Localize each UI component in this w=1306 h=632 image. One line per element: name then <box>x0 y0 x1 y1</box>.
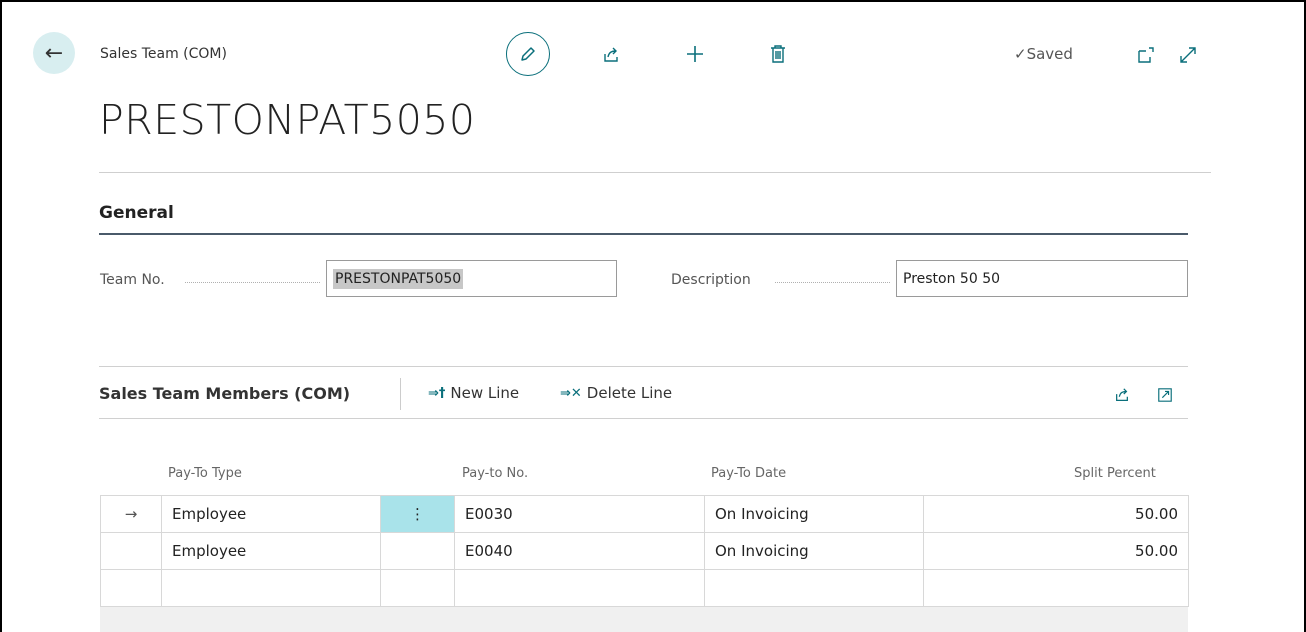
row-indicator <box>100 532 162 570</box>
open-new-window-button[interactable] <box>1135 44 1157 66</box>
header-divider <box>99 172 1211 173</box>
plus-icon <box>687 46 703 62</box>
expand-button[interactable] <box>1177 44 1199 66</box>
split-percent-cell[interactable] <box>923 569 1189 607</box>
members-expand-button[interactable] <box>1155 385 1175 405</box>
pay-to-date-cell[interactable]: On Invoicing <box>704 532 924 570</box>
more-options-icon[interactable]: ⋮ <box>410 505 425 523</box>
check-icon: ✓ <box>1014 45 1027 63</box>
delete-line-label: Delete Line <box>586 384 673 402</box>
members-title-separator <box>400 378 401 410</box>
col-split-percent[interactable]: Split Percent <box>1074 466 1156 481</box>
delete-line-button[interactable]: ⇒✕ Delete Line <box>560 384 672 402</box>
pay-to-type-cell[interactable]: Employee <box>161 495 381 533</box>
edit-icon <box>521 47 535 61</box>
back-button[interactable]: ← <box>33 32 75 74</box>
share-button[interactable] <box>600 44 622 66</box>
members-divider-top <box>99 366 1188 367</box>
breadcrumb: Sales Team (COM) <box>100 46 227 62</box>
delete-line-icon: ⇒✕ <box>560 385 582 401</box>
arrow-right-icon: → <box>124 505 138 523</box>
general-section-title[interactable]: General <box>99 203 174 223</box>
split-percent-cell[interactable]: 50.00 <box>923 532 1189 570</box>
team-no-leader-dots <box>185 282 320 283</box>
arrow-left-icon: ← <box>44 40 64 66</box>
col-pay-to-date[interactable]: Pay-To Date <box>711 466 786 481</box>
grid-footer <box>100 607 1188 632</box>
open-new-window-icon <box>1138 47 1154 63</box>
delete-button[interactable] <box>767 43 789 65</box>
table-row-empty[interactable] <box>100 569 1189 607</box>
row-actions-cell[interactable] <box>380 569 455 607</box>
new-line-label: New Line <box>450 384 520 402</box>
pay-to-date-cell[interactable] <box>704 569 924 607</box>
row-indicator: → <box>100 495 162 533</box>
new-button[interactable] <box>683 42 707 66</box>
col-pay-to-no[interactable]: Pay-to No. <box>462 466 528 481</box>
new-line-button[interactable]: ⇒† New Line <box>428 384 519 402</box>
pay-to-date-cell[interactable]: On Invoicing <box>704 495 924 533</box>
description-label: Description <box>671 272 751 288</box>
pay-to-type-cell[interactable] <box>161 569 381 607</box>
members-divider-bottom <box>99 418 1188 419</box>
page-title: PRESTONPAT5050 <box>99 96 476 144</box>
split-percent-cell[interactable]: 50.00 <box>923 495 1189 533</box>
members-title[interactable]: Sales Team Members (COM) <box>99 384 350 403</box>
members-share-button[interactable] <box>1112 385 1132 405</box>
share-icon <box>1116 388 1128 401</box>
general-section-underline <box>99 233 1188 235</box>
description-leader-dots <box>775 282 890 283</box>
row-actions-cell[interactable]: ⋮ <box>380 495 455 533</box>
row-actions-cell[interactable] <box>380 532 455 570</box>
table-row[interactable]: → Employee ⋮ E0030 On Invoicing 50.00 <box>100 495 1189 533</box>
row-indicator <box>100 569 162 607</box>
col-pay-to-type[interactable]: Pay-To Type <box>168 466 242 481</box>
saved-status: ✓Saved <box>1014 45 1073 63</box>
share-icon <box>604 47 618 62</box>
pay-to-no-cell[interactable]: E0040 <box>454 532 705 570</box>
description-value: Preston 50 50 <box>903 270 1001 287</box>
pay-to-no-cell[interactable] <box>454 569 705 607</box>
team-no-label: Team No. <box>100 272 165 288</box>
new-line-icon: ⇒† <box>428 385 446 401</box>
expand-icon <box>1158 388 1172 402</box>
description-field[interactable]: Preston 50 50 <box>896 260 1188 297</box>
team-no-field[interactable]: PRESTONPAT5050 <box>326 260 617 297</box>
pay-to-type-cell[interactable]: Employee <box>161 532 381 570</box>
expand-icon <box>1180 47 1196 63</box>
delete-icon <box>771 45 785 63</box>
table-row[interactable]: Employee E0040 On Invoicing 50.00 <box>100 532 1189 570</box>
pay-to-no-cell[interactable]: E0030 <box>454 495 705 533</box>
members-grid: → Employee ⋮ E0030 On Invoicing 50.00 Em… <box>100 495 1189 607</box>
edit-button[interactable] <box>506 32 550 76</box>
team-no-value: PRESTONPAT5050 <box>333 268 464 289</box>
